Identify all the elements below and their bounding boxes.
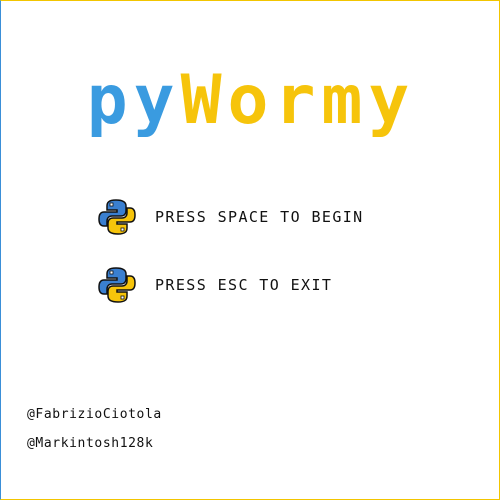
title-py: py: [86, 61, 181, 140]
game-title: pyWormy: [1, 61, 499, 141]
game-screen: pyWormy PRESS SPACE TO BEGIN PRESS ESC T…: [0, 0, 500, 500]
menu-label-exit: PRESS ESC TO EXIT: [155, 276, 333, 294]
menu-item-start[interactable]: PRESS SPACE TO BEGIN: [97, 197, 364, 237]
python-logo-icon: [98, 199, 136, 235]
title-wormy: Wormy: [180, 61, 416, 140]
menu-label-start: PRESS SPACE TO BEGIN: [155, 208, 364, 226]
menu-item-exit[interactable]: PRESS ESC TO EXIT: [97, 265, 332, 305]
python-logo-icon: [98, 267, 136, 303]
credit-author-1: @FabrizioCiotola: [27, 407, 162, 422]
credit-author-2: @Markintosh128k: [27, 436, 154, 451]
